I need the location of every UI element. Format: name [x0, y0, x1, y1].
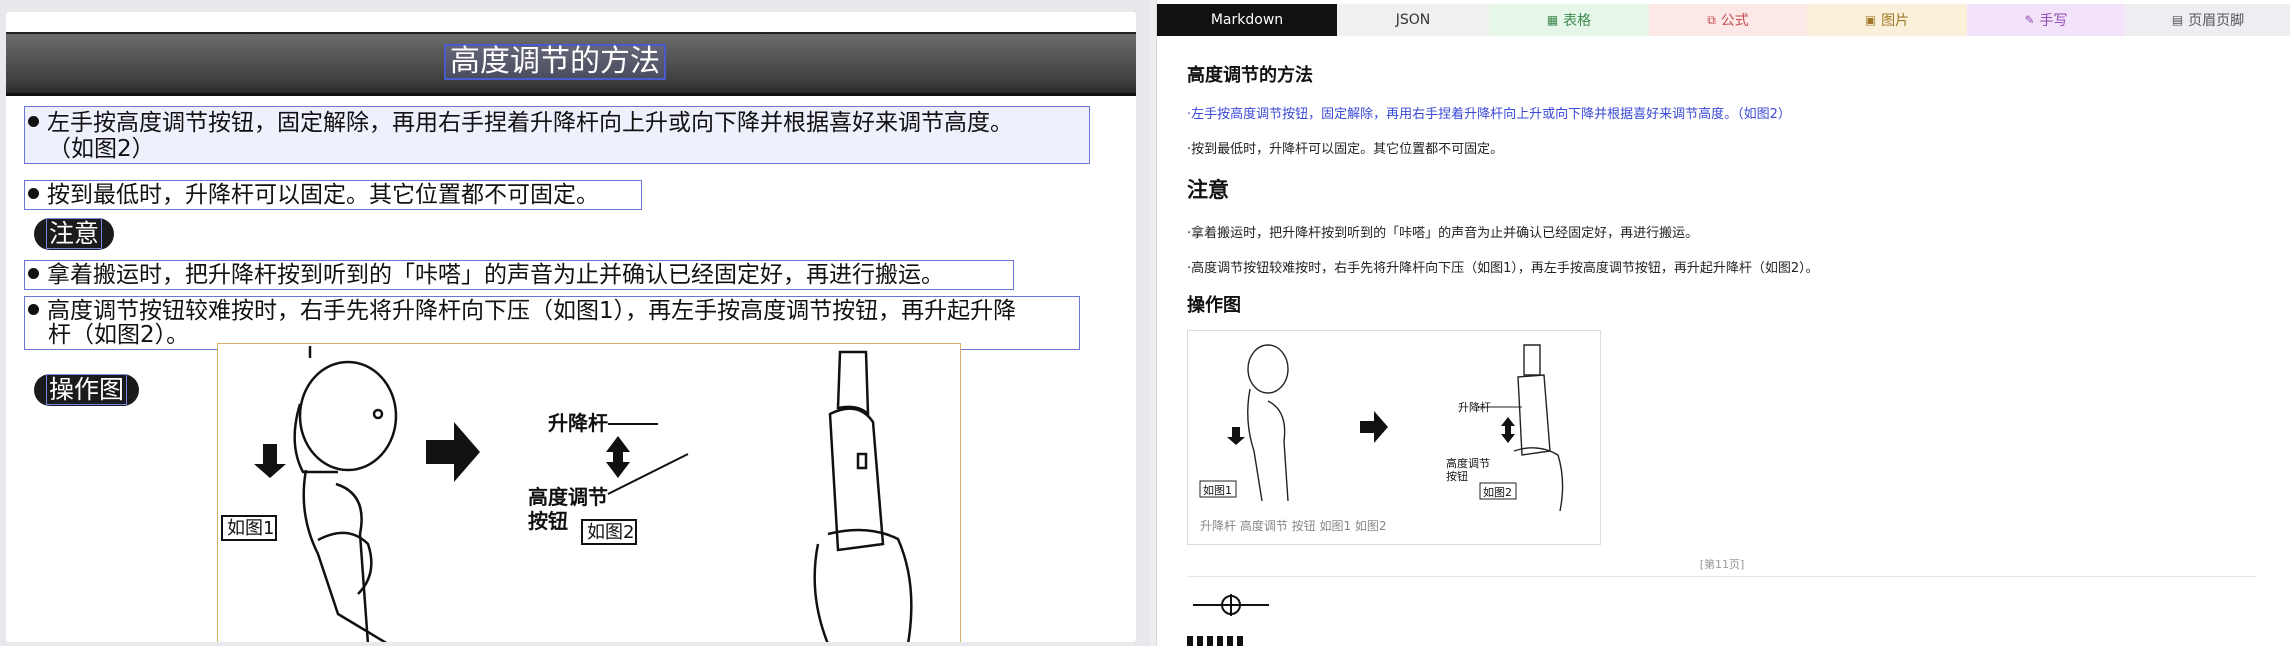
tab-label: 公式 — [1720, 13, 1749, 29]
notice-line: 拿着搬运时，把升降杆按到听到的「咔嗒」的声音为止并确认已经固定好，再进行搬运。 — [28, 262, 944, 288]
bullet-text: 左手按高度调节按钮，固定解除，再用右手捏着升降杆向上升或向下降并根据喜好来调节高… — [47, 110, 1013, 136]
label-adjust-line2: 按钮 — [528, 509, 568, 533]
handwriting-icon: ✎ — [2024, 13, 2035, 27]
md-label-adjust-line2: 按钮 — [1446, 469, 1468, 483]
bullet-line: 左手按高度调节按钮，固定解除，再用右手捏着升降杆向上升或向下降并根据喜好来调节高… — [28, 110, 1013, 136]
page-marker: [第11页] — [1699, 558, 1745, 571]
fig2-caption: 如图2 — [587, 522, 634, 543]
md-heading-operation: 操作图 — [1187, 295, 1241, 316]
tab-table[interactable]: ▦ 表格 — [1489, 4, 1649, 36]
md-label-lift-rod: 升降杆 — [1458, 400, 1491, 414]
tab-label: 手写 — [2039, 13, 2068, 29]
fig2-rod-top — [836, 350, 870, 418]
tab-label: 表格 — [1563, 13, 1592, 29]
md-figure-thumbnail: 如图1 如图2 升降杆 高度调节 按钮 — [1199, 344, 1564, 512]
label-adjust-line1: 高度调节 — [528, 485, 608, 509]
bullet-dot-icon — [28, 268, 39, 279]
down-arrow-icon — [1227, 427, 1245, 445]
md-paragraph[interactable]: ·高度调节按钮较难按时，右手先将升降杆向下压（如图1），再左手按高度调节按钮，再… — [1187, 257, 1819, 276]
md-paragraph[interactable]: ·按到最低时，升降杆可以固定。其它位置都不可固定。 — [1187, 138, 1503, 157]
operation-label: 操作图 — [34, 374, 140, 406]
next-heading-clipped — [1187, 636, 1257, 646]
bullet-dot-icon — [28, 188, 39, 199]
page-divider — [1187, 576, 2257, 577]
notice-line: 高度调节按钮较难按时，右手先将升降杆向下压（如图1），再左手按高度调节按钮，再升… — [28, 298, 1016, 324]
md-paragraph-highlighted[interactable]: ·左手按高度调节按钮，固定解除，再用右手捏着升降杆向上升或向下降并根据喜好来调节… — [1187, 103, 1791, 122]
notice-text: 拿着搬运时，把升降杆按到听到的「咔嗒」的声音为止并确认已经固定好，再进行搬运。 — [47, 262, 944, 288]
operation-label-text: 操作图 — [46, 374, 128, 405]
md-figure[interactable]: 如图1 如图2 升降杆 高度调节 按钮 升降杆 高度调节 按钮 如图1 如图2 — [1187, 330, 1601, 545]
tab-handwriting[interactable]: ✎ 手写 — [1967, 4, 2125, 36]
document-preview-pane: 高度调节的方法 左手按高度调节按钮，固定解除，再用右手捏着升降杆向上升或向下降并… — [0, 0, 1150, 646]
result-tabs: Markdown JSON ▦ 表格 ⧉ 公式 ▣ 图片 ✎ 手写 ▤ 页眉页脚 — [1157, 4, 2290, 36]
fig1-arm — [302, 469, 388, 642]
md-figure-caption: 升降杆 高度调节 按钮 如图1 如图2 — [1200, 519, 1387, 533]
decorative-glyph-icon — [1191, 592, 1271, 622]
notice-label: 注意 — [34, 218, 115, 250]
operation-figure[interactable]: 如图1 如图2 升降杆 高度调节 按钮 — [217, 343, 961, 642]
parse-result-pane: Markdown JSON ▦ 表格 ⧉ 公式 ▣ 图片 ✎ 手写 ▤ 页眉页脚 高度调节… — [1156, 0, 2290, 646]
up-down-arrow-icon — [1501, 417, 1515, 443]
right-arrow-icon — [426, 422, 480, 482]
tab-label: Markdown — [1210, 12, 1284, 28]
tab-label: 页眉页脚 — [2188, 13, 2245, 29]
right-arrow-icon — [1360, 411, 1388, 443]
md-heading-title: 高度调节的方法 — [1187, 65, 1313, 86]
notice-text: 高度调节按钮较难按时，右手先将升降杆向下压（如图1），再左手按高度调节按钮，再升… — [47, 298, 1017, 324]
bullet-line-continued: （如图2） — [48, 136, 155, 162]
operation-illustration: 如图1 如图2 升降杆 高度调节 按钮 — [221, 346, 913, 642]
md-fig2-caption: 如图2 — [1483, 485, 1512, 499]
fig1-caption: 如图1 — [227, 518, 274, 539]
tab-header-footer[interactable]: ▤ 页眉页脚 — [2125, 4, 2290, 36]
image-icon: ▣ — [1864, 13, 1877, 27]
md-paragraph[interactable]: ·拿着搬运时，把升降杆按到听到的「咔嗒」的声音为止并确认已经固定好，再进行搬运。 — [1187, 222, 1698, 241]
tab-formula[interactable]: ⧉ 公式 — [1649, 4, 1807, 36]
down-arrow-icon — [254, 444, 286, 478]
table-icon: ▦ — [1546, 13, 1559, 27]
notice-line-continued: 杆（如图2）。 — [48, 322, 190, 348]
scanned-page: 高度调节的方法 左手按高度调节按钮，固定解除，再用右手捏着升降杆向上升或向下降并… — [6, 12, 1136, 642]
formula-icon: ⧉ — [1707, 12, 1716, 27]
tab-image[interactable]: ▣ 图片 — [1807, 4, 1967, 36]
tab-label: JSON — [1395, 12, 1431, 28]
up-down-arrow-icon — [606, 436, 630, 478]
bullet-dot-icon — [28, 116, 39, 127]
bullet-line: 按到最低时，升降杆可以固定。其它位置都不可固定。 — [28, 182, 599, 208]
notice-label-text: 注意 — [46, 218, 103, 249]
tab-json[interactable]: JSON — [1337, 4, 1489, 36]
tab-markdown[interactable]: Markdown — [1157, 4, 1337, 36]
label-lift-rod: 升降杆 — [548, 411, 608, 435]
bullet-dot-icon — [28, 304, 39, 315]
tab-label: 图片 — [1881, 13, 1910, 29]
md-label-adjust-line1: 高度调节 — [1446, 456, 1490, 470]
bullet-text: 按到最低时，升降杆可以固定。其它位置都不可固定。 — [47, 182, 599, 208]
header-footer-icon: ▤ — [2171, 13, 2184, 27]
document-title[interactable]: 高度调节的方法 — [444, 44, 666, 80]
md-fig1-caption: 如图1 — [1203, 483, 1232, 497]
md-heading-notice: 注意 — [1187, 178, 1229, 202]
